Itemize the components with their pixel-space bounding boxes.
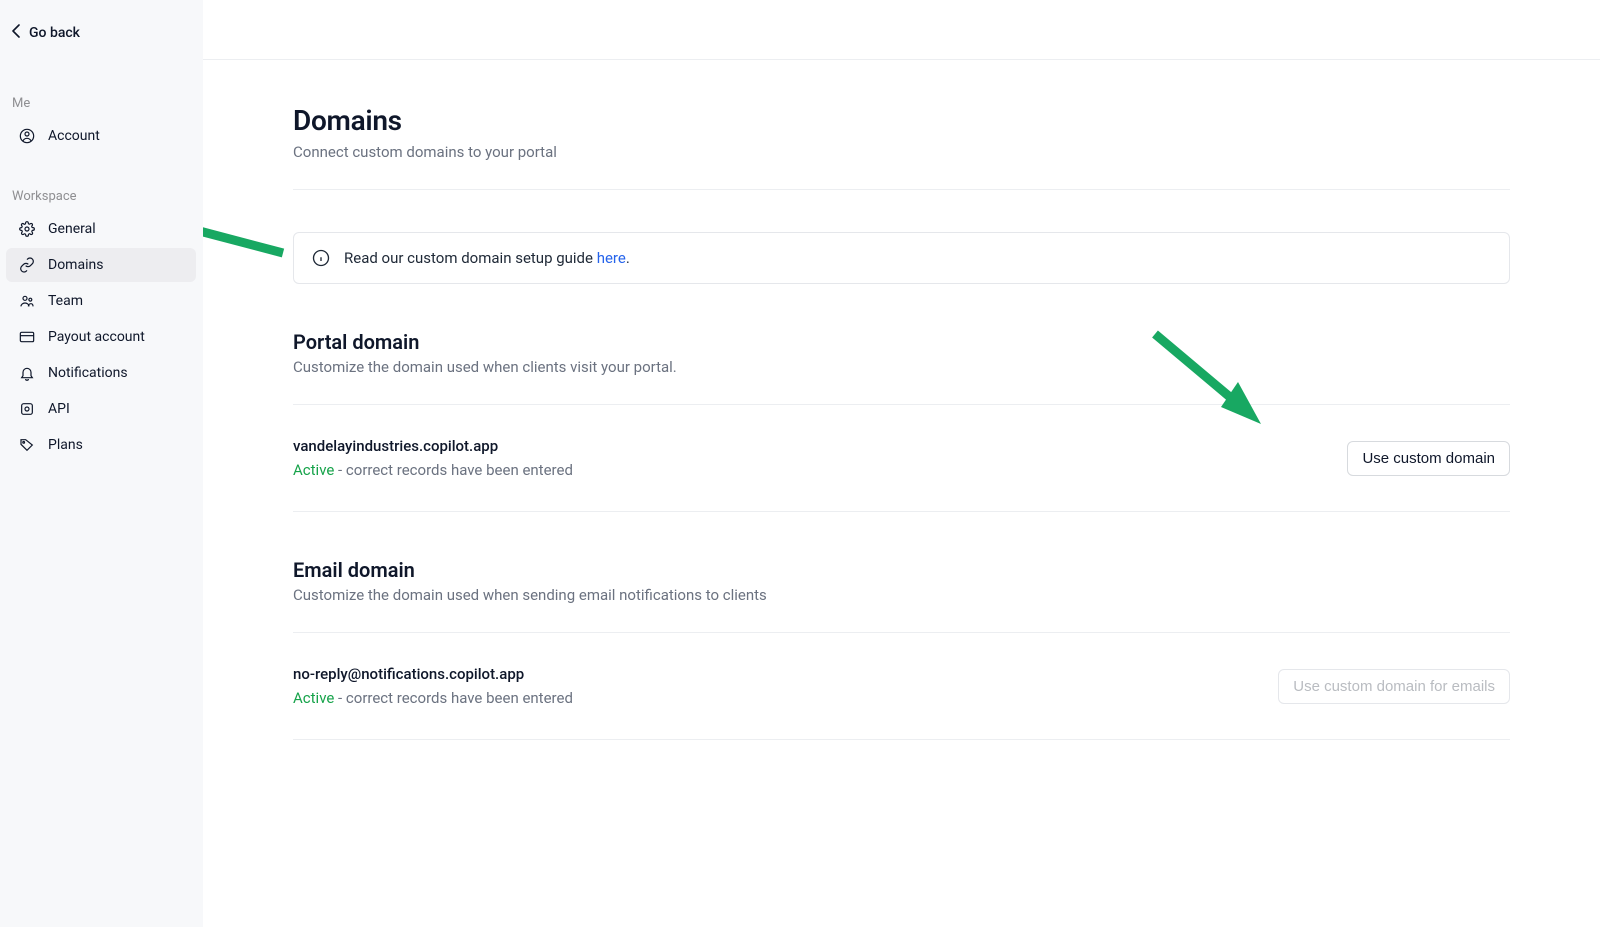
credit-card-icon <box>18 328 36 346</box>
email-section-title: Email domain <box>293 558 1510 582</box>
sidebar-item-label: Domains <box>48 257 103 273</box>
sidebar-item-notifications[interactable]: Notifications <box>6 356 196 390</box>
account-icon <box>18 127 36 145</box>
cube-icon <box>18 400 36 418</box>
sidebar-item-label: Plans <box>48 437 83 453</box>
page-subtitle: Connect custom domains to your portal <box>293 143 1510 161</box>
sidebar-section-workspace: Workspace <box>0 189 202 204</box>
info-icon <box>312 249 330 267</box>
bell-icon <box>18 364 36 382</box>
sidebar-item-plans[interactable]: Plans <box>6 428 196 462</box>
email-domain-section: Email domain Customize the domain used w… <box>293 558 1510 740</box>
topbar <box>203 0 1600 60</box>
main-content: Domains Connect custom domains to your p… <box>203 0 1600 927</box>
email-section-desc: Customize the domain used when sending e… <box>293 586 1510 604</box>
portal-domain-status: Active - correct records have been enter… <box>293 461 573 479</box>
email-domain-value: no-reply@notifications.copilot.app <box>293 665 573 683</box>
sidebar-item-payout-account[interactable]: Payout account <box>6 320 196 354</box>
sidebar-section-me: Me <box>0 96 202 111</box>
sidebar-item-label: General <box>48 221 96 237</box>
sidebar-item-team[interactable]: Team <box>6 284 196 318</box>
gear-icon <box>18 220 36 238</box>
people-icon <box>18 292 36 310</box>
sidebar-item-label: Team <box>48 293 83 309</box>
use-custom-domain-button[interactable]: Use custom domain <box>1347 441 1510 476</box>
email-domain-row: no-reply@notifications.copilot.app Activ… <box>293 633 1510 740</box>
portal-section-title: Portal domain <box>293 330 1510 354</box>
chevron-left-icon <box>12 24 21 42</box>
sidebar-item-label: Notifications <box>48 365 128 381</box>
portal-domain-value: vandelayindustries.copilot.app <box>293 437 573 455</box>
sidebar-item-label: API <box>48 401 70 417</box>
setup-guide-notice: Read our custom domain setup guide here. <box>293 232 1510 284</box>
link-icon <box>18 256 36 274</box>
content-wrapper: Domains Connect custom domains to your p… <box>203 60 1600 800</box>
page-title: Domains <box>293 104 1510 137</box>
tag-icon <box>18 436 36 454</box>
sidebar-item-account[interactable]: Account <box>6 119 196 153</box>
sidebar-item-general[interactable]: General <box>6 212 196 246</box>
sidebar-item-label: Payout account <box>48 329 145 345</box>
header-divider <box>293 189 1510 190</box>
sidebar: Go back Me Account Workspace General Dom… <box>0 0 203 927</box>
sidebar-item-api[interactable]: API <box>6 392 196 426</box>
sidebar-item-label: Account <box>48 128 100 144</box>
email-domain-status: Active - correct records have been enter… <box>293 689 573 707</box>
notice-text: Read our custom domain setup guide here. <box>344 249 630 267</box>
portal-domain-section: Portal domain Customize the domain used … <box>293 330 1510 512</box>
portal-domain-row: vandelayindustries.copilot.app Active - … <box>293 405 1510 512</box>
use-custom-domain-emails-button[interactable]: Use custom domain for emails <box>1278 669 1510 704</box>
portal-section-desc: Customize the domain used when clients v… <box>293 358 1510 376</box>
setup-guide-link[interactable]: here <box>597 249 626 267</box>
go-back-button[interactable]: Go back <box>0 14 202 56</box>
sidebar-item-domains[interactable]: Domains <box>6 248 196 282</box>
go-back-label: Go back <box>29 25 80 41</box>
